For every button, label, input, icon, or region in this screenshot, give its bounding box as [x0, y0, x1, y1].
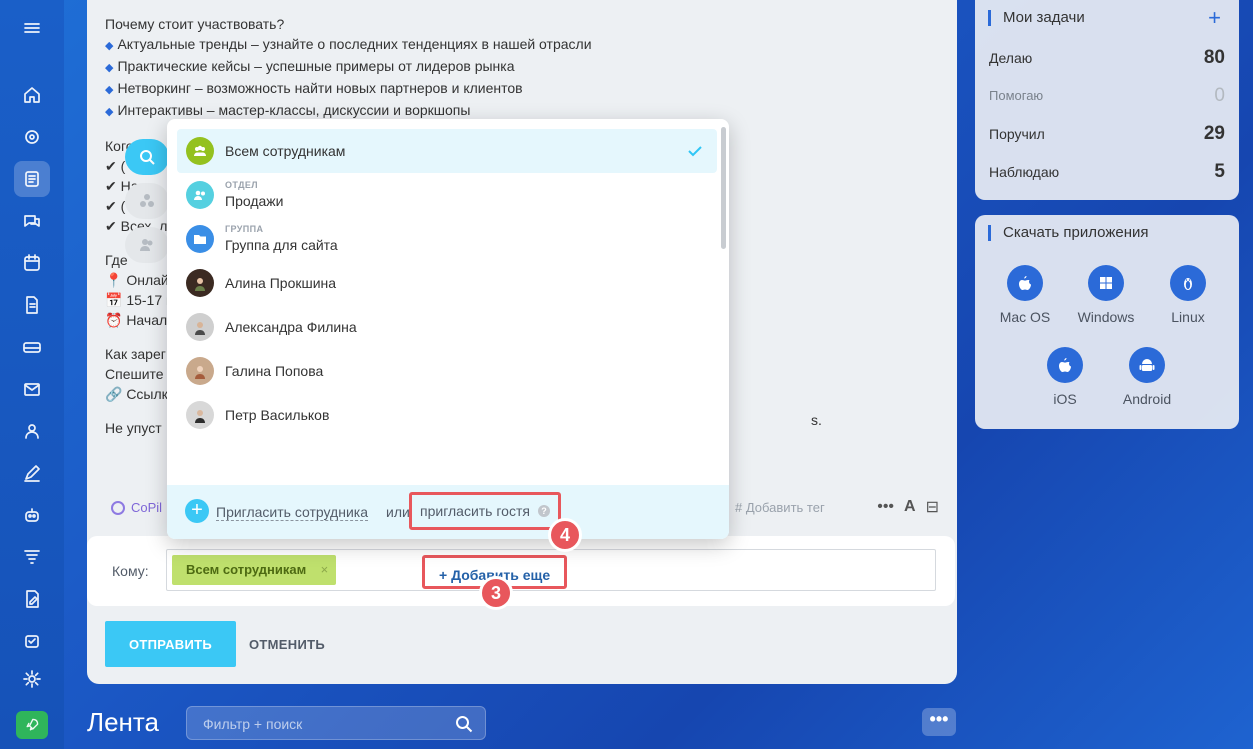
- text-format-icon[interactable]: A: [904, 498, 916, 516]
- copilot-button[interactable]: CoPil: [111, 500, 162, 515]
- task-row-doing[interactable]: Делаю 80: [989, 47, 1225, 69]
- avatar: [186, 269, 214, 297]
- users-button[interactable]: [125, 227, 169, 263]
- dropdown-scrollbar[interactable]: [721, 127, 726, 249]
- group-folder-icon: [186, 225, 214, 253]
- apple-icon: [1007, 265, 1043, 301]
- check-icon: [688, 146, 702, 157]
- users-icon: [140, 239, 153, 251]
- list-item[interactable]: Всем сотрудникам: [177, 129, 717, 173]
- task-row-watching[interactable]: Наблюдаю 5: [989, 161, 1225, 183]
- post-line: ◆ Практические кейсы – успешные примеры о…: [105, 58, 515, 74]
- apple-icon: [1047, 347, 1083, 383]
- diamond-icon: ◆: [105, 40, 114, 52]
- my-tasks-widget: Мои задачи + Делаю 80 Помогаю 0 Поручил …: [975, 0, 1239, 200]
- search-chat-icon: [140, 150, 155, 165]
- android-icon: [1129, 347, 1165, 383]
- add-task-button[interactable]: +: [1208, 5, 1221, 31]
- post-line-tail: s.: [811, 412, 822, 428]
- post-line: ◆ Актуальные тренды – узнайте о последних…: [105, 36, 592, 52]
- step-badge-3: 3: [479, 576, 513, 610]
- widget-title: Скачать приложения: [988, 225, 1149, 241]
- tasks-icon[interactable]: [14, 623, 50, 659]
- avatar: [186, 357, 214, 385]
- list-item[interactable]: ГРУППА Группа для сайта: [177, 217, 717, 261]
- post-line: ◆ Нетворкинг – возможность найти новых па…: [105, 80, 523, 96]
- step-badge-4: 4: [548, 518, 582, 552]
- invite-guest-link[interactable]: пригласить гостя ?: [409, 492, 561, 530]
- feed-more-button[interactable]: •••: [922, 708, 956, 736]
- avatar: [186, 401, 214, 429]
- robot-icon[interactable]: [14, 497, 50, 533]
- toolbar-right: ••• A ⊟: [877, 497, 939, 517]
- to-label: Кому:: [112, 563, 149, 579]
- contacts-icon[interactable]: [14, 413, 50, 449]
- task-row-helping[interactable]: Помогаю 0: [989, 85, 1225, 107]
- list-item[interactable]: Александра Филина: [177, 305, 717, 349]
- copilot-icon[interactable]: [14, 119, 50, 155]
- copilot-icon: [111, 500, 125, 515]
- filter-search-input[interactable]: Фильтр + поиск: [186, 706, 486, 740]
- sign-icon[interactable]: [14, 455, 50, 491]
- department-icon: [186, 181, 214, 209]
- help-icon[interactable]: ?: [537, 505, 550, 517]
- diamond-icon: ◆: [105, 84, 114, 96]
- feed-icon[interactable]: [14, 161, 50, 197]
- app-ios[interactable]: iOS: [1025, 347, 1105, 407]
- more-dots-icon[interactable]: •••: [877, 498, 894, 516]
- menu-icon[interactable]: [14, 10, 50, 46]
- task-row-assigned[interactable]: Поручил 29: [989, 123, 1225, 145]
- mention-button[interactable]: [125, 139, 169, 175]
- recipient-list: Всем сотрудникам ОТДЕЛ Продажи ГРУППА Гр…: [177, 129, 717, 437]
- document-icon[interactable]: [14, 287, 50, 323]
- filter-funnel-icon[interactable]: [14, 539, 50, 575]
- list-item[interactable]: Алина Прокшина: [177, 261, 717, 305]
- recipients-panel: Кому: Всем сотрудникам × + Добавить еще: [87, 536, 955, 606]
- app-windows[interactable]: Windows: [1066, 265, 1146, 325]
- diamond-icon: ◆: [105, 106, 114, 118]
- plus-icon[interactable]: +: [185, 499, 209, 523]
- list-item[interactable]: ОТДЕЛ Продажи: [177, 173, 717, 217]
- rocket-icon[interactable]: [16, 711, 48, 739]
- list-item[interactable]: Галина Попова: [177, 349, 717, 393]
- edit-document-icon[interactable]: [14, 581, 50, 617]
- recipient-dropdown: Всем сотрудникам ОТДЕЛ Продажи ГРУППА Гр…: [167, 119, 729, 539]
- calendar-icon[interactable]: [14, 245, 50, 281]
- hexagons-icon: [140, 194, 154, 207]
- invite-employee-link[interactable]: Пригласить сотрудника: [216, 504, 368, 521]
- app-android[interactable]: Android: [1107, 347, 1187, 407]
- diamond-icon: ◆: [105, 62, 114, 74]
- drive-icon[interactable]: [14, 329, 50, 365]
- structure-button[interactable]: [125, 183, 169, 219]
- list-item[interactable]: Петр Васильков: [177, 393, 717, 437]
- add-tag-button[interactable]: # Добавить тег: [735, 500, 825, 515]
- windows-icon: [1088, 265, 1124, 301]
- left-sidebar: [0, 0, 64, 749]
- app-linux[interactable]: Linux: [1148, 265, 1228, 325]
- panel-toggle-icon[interactable]: ⊟: [926, 497, 939, 517]
- app-macos[interactable]: Mac OS: [985, 265, 1065, 325]
- recipient-chip[interactable]: Всем сотрудникам ×: [172, 555, 337, 585]
- home-icon[interactable]: [14, 77, 50, 113]
- search-icon: [456, 716, 473, 733]
- download-apps-widget: Скачать приложения Mac OS Windows Linux …: [975, 215, 1239, 429]
- chip-remove-icon[interactable]: ×: [321, 555, 329, 585]
- avatar: [186, 313, 214, 341]
- mail-icon[interactable]: [14, 371, 50, 407]
- recipients-field[interactable]: Всем сотрудникам × + Добавить еще: [166, 549, 936, 591]
- or-text: или: [386, 504, 410, 520]
- feed-title: Лента: [87, 707, 159, 737]
- cancel-button[interactable]: ОТМЕНИТЬ: [249, 637, 325, 652]
- widget-title: Мои задачи: [988, 10, 1085, 26]
- settings-gear-icon[interactable]: [14, 661, 50, 697]
- linux-icon: [1170, 265, 1206, 301]
- dropdown-footer: + Пригласить сотрудника или пригласить г…: [167, 485, 729, 539]
- post-line: Почему стоит участвовать?: [105, 16, 285, 32]
- chat-icon[interactable]: [14, 203, 50, 239]
- all-employees-icon: [186, 137, 214, 165]
- send-button[interactable]: ОТПРАВИТЬ: [105, 621, 236, 667]
